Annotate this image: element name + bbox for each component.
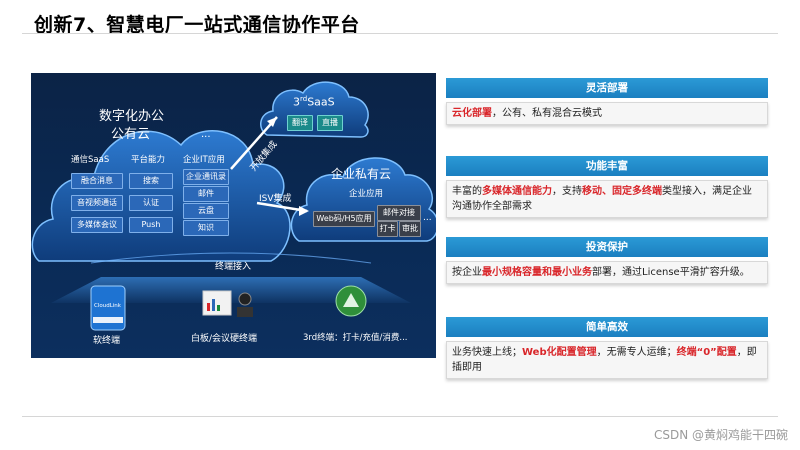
highlight-text: 终端“0”配置: [676, 347, 737, 358]
third-terminal-label: 3rd终端：打卡/充值/消费...: [303, 333, 408, 343]
panel-body-2: 按企业最小规格容量和最小业务部署，通过License平滑扩容升级。: [446, 261, 768, 284]
chip-col3-1: 邮件: [183, 186, 229, 202]
private-app-2: 邮件对接: [377, 205, 421, 221]
saas-chip-1: 直播: [317, 115, 343, 131]
body-text: ，无需专人运维；: [596, 347, 677, 358]
footer-divider: [22, 416, 778, 417]
panel-header-2: 投资保护: [446, 237, 768, 257]
panel-body-3: 业务快速上线；Web化配置管理，无需专人运维；终端“0”配置，即插即用: [446, 341, 768, 379]
chip-col1-2: 多媒体会议: [71, 217, 123, 233]
cloudlink-brand: CloudLink: [94, 303, 121, 309]
soft-terminal-label: 软终端: [93, 336, 121, 346]
saas-cloud-shape: [260, 81, 369, 138]
saas-chip-0: 翻译: [287, 115, 313, 131]
panel-section-0: 灵活部署 云化部署，公有、私有混合云模式: [446, 78, 768, 125]
private-cloud-ellipsis: ...: [423, 213, 432, 223]
body-text: 按企业: [452, 267, 482, 278]
camera-device: [238, 292, 252, 306]
panel-header-0: 灵活部署: [446, 78, 768, 98]
panel-body-0: 云化部署，公有、私有混合云模式: [446, 102, 768, 125]
col1-label: 通信SaaS: [71, 155, 110, 165]
panel-header-3: 简单高效: [446, 317, 768, 337]
chip-col3-3: 知识: [183, 220, 229, 236]
highlight-text: 移动、固定多终端: [582, 186, 662, 197]
private-cloud-subtitle: 企业应用: [349, 189, 384, 199]
body-text: 丰富的: [452, 186, 482, 197]
body-text: ，公有、私有混合云模式: [492, 108, 602, 119]
chip-col3-2: 云盘: [183, 203, 229, 219]
diagram-graphics: [31, 81, 436, 331]
public-cloud-ellipsis: ...: [201, 129, 211, 140]
footer-watermark: CSDN @黄焖鸡能干四碗: [653, 428, 788, 442]
panel-section-2: 投资保护 按企业最小规格容量和最小业务部署，通过License平滑扩容升级。: [446, 237, 768, 284]
body-text: 部署，通过License平滑扩容升级。: [592, 267, 750, 278]
col3-label: 企业IT应用: [183, 155, 225, 165]
chip-col1-1: 音视频通话: [71, 195, 123, 211]
panel-section-3: 简单高效 业务快速上线；Web化配置管理，无需专人运维；终端“0”配置，即插即用: [446, 317, 768, 379]
chip-col2-2: Push: [129, 217, 173, 233]
private-app-3: 打卡: [377, 221, 398, 237]
isv-integration-label: ISV集成: [259, 194, 292, 204]
architecture-diagram: 数字化办公 公有云 ... 通信SaaS 平台能力 企业IT应用 融合消息 音视…: [31, 73, 436, 358]
public-cloud-title-2: 公有云: [111, 127, 151, 142]
private-cloud-title: 企业私有云: [331, 167, 392, 181]
chip-col2-0: 搜索: [129, 173, 173, 189]
meeting-terminal-label: 白板/会议硬终端: [191, 334, 258, 344]
col2-label: 平台能力: [131, 155, 166, 165]
panel-section-1: 功能丰富 丰富的多媒体通信能力，支持移动、固定多终端类型接入，满足企业沟通协作全…: [446, 156, 768, 218]
highlight-text: 最小规格容量和最小业务: [482, 267, 592, 278]
private-app-4: 审批: [399, 221, 421, 237]
panel-body-1: 丰富的多媒体通信能力，支持移动、固定多终端类型接入，满足企业沟通协作全部需求: [446, 180, 768, 218]
chip-col1-0: 融合消息: [71, 173, 123, 189]
public-cloud-title-1: 数字化办公: [99, 109, 165, 124]
body-text: ，支持: [552, 186, 582, 197]
private-app-1: Web码/H5应用: [313, 211, 375, 227]
highlight-text: 云化部署: [452, 108, 492, 119]
chip-col2-1: 认证: [129, 195, 173, 211]
title-divider: [22, 33, 778, 34]
body-text: 业务快速上线；: [452, 347, 522, 358]
highlight-text: 多媒体通信能力: [482, 186, 552, 197]
panel-header-1: 功能丰富: [446, 156, 768, 176]
highlight-text: Web化配置管理: [522, 347, 597, 358]
saas-cloud-title: 3rdSaaS: [293, 95, 335, 109]
chip-col3-0: 企业通讯录: [183, 169, 229, 185]
terminal-access-label: 终端接入: [215, 262, 252, 272]
